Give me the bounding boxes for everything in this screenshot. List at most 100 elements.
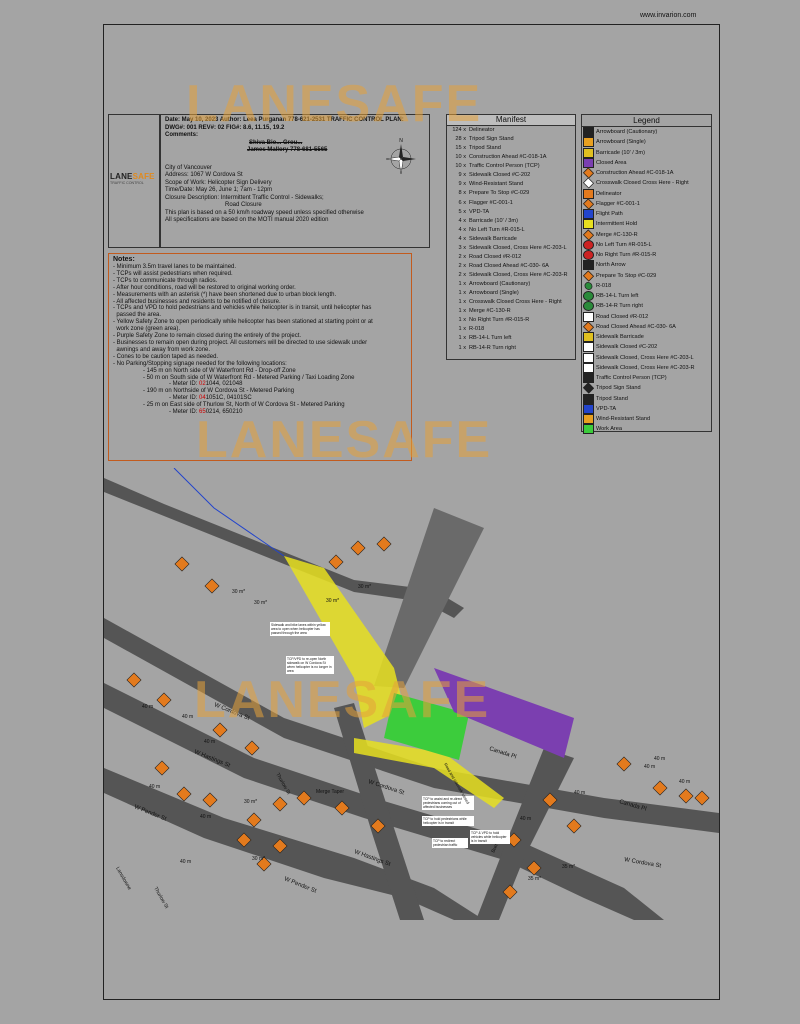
distance-label: 40 m (142, 704, 153, 710)
distance-label: 40 m (520, 816, 531, 822)
manifest-qty: 4 x (458, 235, 466, 242)
legend-row: Tripod Sign Stand (582, 382, 711, 394)
manifest-row: 1 x No Right Turn #R-015-R (447, 316, 575, 325)
legend-row: Sidewalk Closed #C-202 (582, 342, 711, 353)
manifest-qty: 1 x (458, 335, 466, 342)
legend-row: Tripod Stand (582, 393, 711, 404)
legend-row: Crosswalk Closed Cross Here - Right (582, 177, 711, 189)
legend-row: Wind-Resistant Stand (582, 414, 711, 425)
tripod-sign-stand-icon (582, 382, 595, 394)
manifest-item: RB-14-R Turn right (469, 344, 516, 351)
legend-label: Merge #C-130-R (596, 231, 638, 238)
construction-sign-icon (694, 790, 710, 806)
legend-row: No Right Turn #R-015-R (582, 250, 711, 261)
manifest-item: No Left Turn #R-015-L (469, 226, 525, 233)
manifest-item: Sidewalk Closed #C-202 (469, 172, 531, 179)
manifest-row: 9 x Sidewalk Closed #C-202 (447, 171, 575, 180)
manifest-row: 4 x Barricade (10' / 3m) (447, 217, 575, 226)
legend-label: North Arrow (596, 262, 626, 269)
watermark-mid: LANESAFE (196, 411, 493, 469)
manifest-qty: 2 x (458, 262, 466, 269)
manifest-item: Sidewalk Closed, Cross Here #C-203-L (469, 244, 567, 251)
legend-label: Road Closed #R-012 (596, 313, 649, 320)
note-item: - Cones to be caution taped as needed. (113, 353, 219, 360)
work-area-icon (583, 424, 594, 435)
arrowboard-single-icon (583, 137, 594, 148)
legend-row: VPD-TA (582, 403, 711, 414)
legend-row: Intermittent Hold (582, 219, 711, 230)
legend-row: Construction Ahead #C-018-1A (582, 167, 711, 179)
manifest-item: Sidewalk Barricade (469, 235, 517, 242)
header-plan2: All specifications are based on the MOTI… (165, 217, 329, 223)
distance-label: 30 m* (232, 589, 245, 595)
distance-label: 30 m* (326, 598, 339, 604)
note-item: - After hour conditions, road will be re… (113, 284, 296, 291)
manifest-item: Wind-Resistant Stand (469, 181, 524, 188)
manifest-row: 6 x Flagger #C-001-1 (447, 199, 575, 208)
manifest-qty: 9 x (458, 181, 466, 188)
prepare-stop-icon (582, 270, 595, 282)
manifest-row: 1 x Crosswalk Closed Cross Here - Right (447, 298, 575, 307)
manifest-qty: 1 x (458, 344, 466, 351)
meter-values: 1044, 021048 (205, 381, 243, 388)
road-closed-icon (583, 311, 594, 322)
manifest-row: 1 x Arrowboard (Single) (447, 289, 575, 298)
site-url[interactable]: www.invarion.com (640, 12, 696, 19)
legend-label: Arrowboard (Single) (596, 139, 646, 146)
meter-label: - Meter ID: (169, 381, 200, 388)
legend-label: No Left Turn #R-015-L (596, 241, 652, 248)
label-pender-e: W Pender St (283, 876, 317, 894)
tripod-stand-icon (583, 393, 594, 404)
legend-label: Tripod Sign Stand (596, 385, 641, 392)
construction-sign-icon (246, 812, 262, 828)
legend-row: Flagger #C-001-1 (582, 198, 711, 210)
legend-label: Flight Path (596, 211, 623, 218)
note-tcp-redirect: TCP to redirect pedestrian traffic (432, 838, 468, 848)
legend-label: Traffic Control Person (TCP) (596, 375, 667, 382)
legend-label: Closed Area (596, 159, 627, 166)
logo-word-a: LANE (110, 172, 133, 181)
legend-row: Road Closed Ahead #C-030- 6A (582, 321, 711, 333)
manifest-qty: 3 x (458, 244, 466, 251)
manifest-panel: Manifest 124 x Delineator 28 x Tripod Sign … (446, 114, 576, 360)
legend-row: R-018 (582, 280, 711, 292)
legend-label: Prepare To Stop #C-029 (596, 272, 657, 279)
legend-label: Sidewalk Barricade (596, 334, 644, 341)
flight-path-icon (583, 209, 594, 220)
vpd-icon (583, 403, 594, 414)
road-closed-ahead-icon (582, 321, 595, 333)
legend-row: Sidewalk Closed, Cross Here #C-203-R (582, 362, 711, 373)
manifest-row: 8 x Prepare To Stop #C-029 (447, 189, 575, 198)
construction-sign-icon (154, 760, 170, 776)
watermark-top: LANESAFE (186, 75, 483, 133)
construction-sign-icon (126, 672, 142, 688)
legend-title: Legend (582, 115, 711, 127)
sidewalk-barricade-icon (583, 332, 594, 343)
meter-values: 1051C, 04101SC (205, 395, 252, 402)
construction-sign-icon (204, 578, 220, 594)
note-item: - Yellow Safety Zone to open periodicall… (113, 319, 373, 326)
manifest-row: 9 x Wind-Resistant Stand (447, 180, 575, 189)
construction-sign-icon (176, 786, 192, 802)
manifest-qty: 9 x (458, 172, 466, 179)
header-closure2: Road Closure (225, 202, 262, 208)
logo-subtitle: TRAFFIC CONTROL (110, 181, 144, 185)
r018-sign-icon (582, 280, 595, 292)
manifest-qty: 5 x (458, 208, 466, 215)
legend-row: Delineator (582, 188, 711, 199)
note-tcp-vpd-hold: TCP & VPD to hold vehicles while helicop… (470, 830, 510, 844)
distance-label: 30 m* (254, 600, 267, 606)
header-closure: Closure Description: Intermittent Traffi… (165, 194, 324, 201)
legend-label: RB-14-L Turn left (596, 293, 639, 300)
label-thurlow2: Thurlow St (152, 886, 169, 910)
note-sidewalk: Sidewalk and bike lanes within yellow ar… (270, 622, 330, 636)
legend-label: Tripod Stand (596, 395, 628, 402)
construction-sign-icon (376, 536, 392, 552)
note-item: - TCPs will assist pedestrians when requ… (113, 270, 233, 277)
tcp-icon (583, 373, 594, 384)
manifest-item: Road Closed Ahead #C-030- 6A (469, 262, 549, 269)
parking-item: - 190 m on Northside of W Cordova St - M… (143, 388, 295, 395)
construction-sign-icon (156, 692, 172, 708)
manifest-item: No Right Turn #R-015-R (469, 317, 530, 324)
meter-label: - Meter ID: (169, 395, 200, 402)
